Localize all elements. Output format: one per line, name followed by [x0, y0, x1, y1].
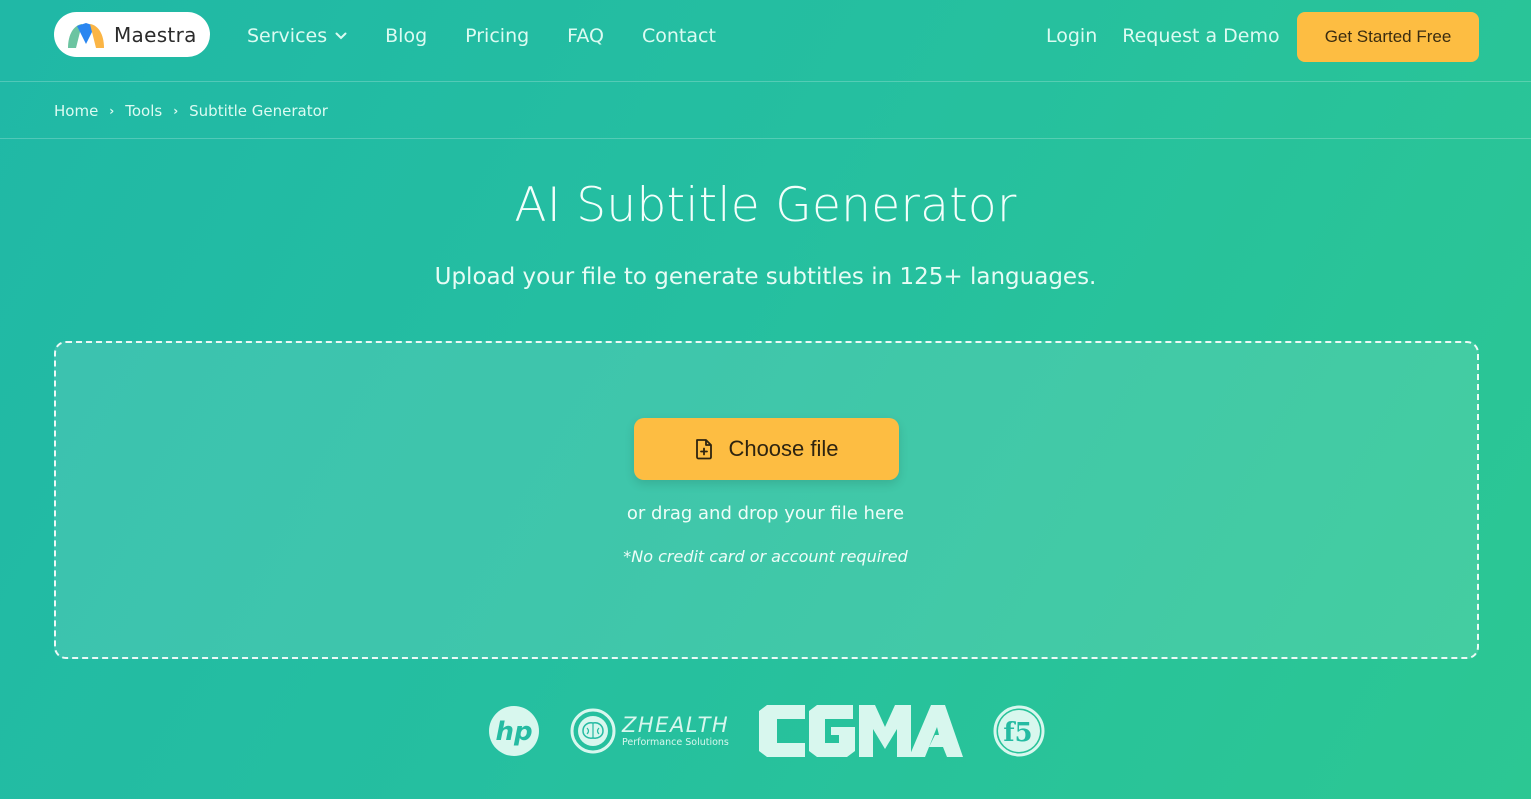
request-demo-link[interactable]: Request a Demo — [1122, 25, 1279, 47]
account-nav: Login Request a Demo — [1046, 0, 1305, 72]
f5-logo-icon: f5 — [993, 705, 1045, 757]
cgma-logo — [759, 705, 964, 757]
breadcrumb-current: Subtitle Generator — [189, 101, 328, 120]
breadcrumb-home[interactable]: Home — [54, 102, 98, 120]
nav-faq[interactable]: FAQ — [567, 25, 604, 47]
file-dropzone[interactable] — [54, 341, 1479, 659]
nav-services-label: Services — [247, 25, 328, 47]
get-started-free-button[interactable]: Get Started Free — [1297, 12, 1479, 62]
chevron-right-icon: › — [109, 103, 115, 118]
f5-logo-text: f5 — [1004, 718, 1033, 748]
choose-file-button[interactable]: Choose file — [634, 418, 899, 480]
brain-icon — [570, 708, 616, 754]
main-nav: Services Blog Pricing FAQ Contact — [247, 0, 754, 72]
page-subtitle: Upload your file to generate subtitles i… — [434, 264, 1097, 290]
client-logos: hp ZHEALTH Performance Solutions f5 — [488, 702, 1075, 760]
zhealth-wordmark: ZHEALTH Performance Solutions — [622, 712, 730, 748]
no-credit-card-note: *No credit card or account required — [623, 547, 908, 566]
breadcrumb-tools[interactable]: Tools — [125, 102, 162, 120]
hp-logo-icon: hp — [489, 706, 539, 756]
choose-file-label: Choose file — [728, 436, 839, 461]
nav-services[interactable]: Services — [247, 25, 347, 47]
drag-drop-hint: or drag and drop your file here — [626, 503, 905, 524]
f5-logo: f5 — [993, 705, 1045, 757]
file-plus-icon — [696, 439, 713, 460]
zhealth-logo: ZHEALTH Performance Solutions — [570, 708, 729, 754]
zhealth-sublabel: Performance Solutions — [622, 736, 729, 748]
maestra-logo-icon — [68, 22, 104, 48]
hp-logo: hp — [488, 705, 540, 757]
zhealth-name: ZHEALTH — [622, 712, 730, 737]
top-navigation-bar: Maestra Services Blog Pricing FAQ Contac… — [0, 0, 1531, 82]
login-link[interactable]: Login — [1046, 25, 1097, 47]
breadcrumb: Home › Tools › Subtitle Generator — [0, 83, 1531, 139]
cgma-logo-icon — [759, 705, 964, 757]
nav-contact[interactable]: Contact — [642, 25, 716, 47]
chevron-right-icon: › — [173, 103, 179, 118]
nav-blog[interactable]: Blog — [385, 25, 427, 47]
maestra-logo-link[interactable]: Maestra — [54, 12, 210, 57]
logo-text: Maestra — [114, 22, 197, 47]
page-title: AI Subtitle Generator — [514, 178, 1017, 233]
hp-logo-text: hp — [495, 717, 532, 747]
nav-pricing[interactable]: Pricing — [465, 25, 529, 47]
chevron-down-icon — [335, 32, 347, 40]
